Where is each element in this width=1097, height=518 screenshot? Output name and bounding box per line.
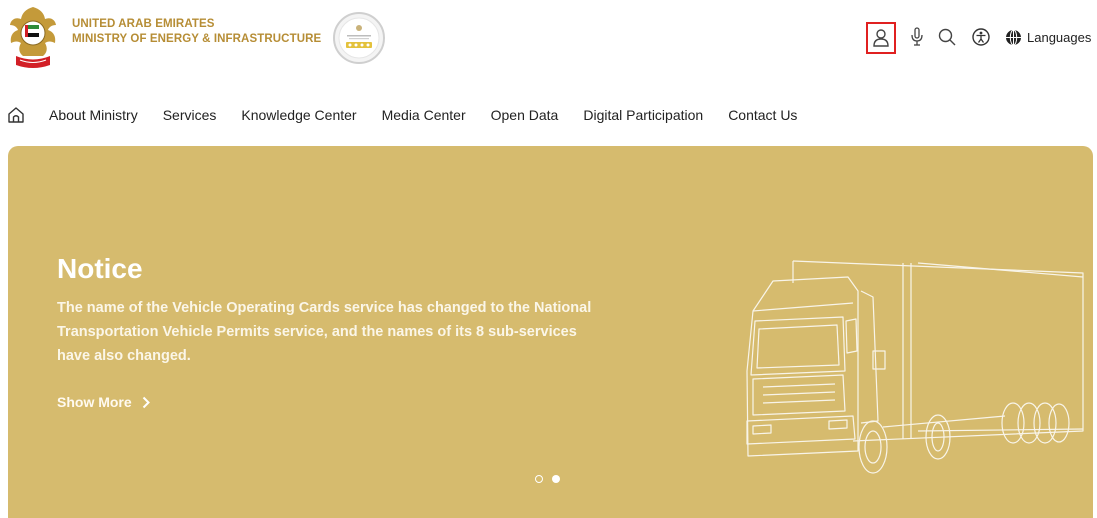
show-more-label: Show More [57,394,132,410]
slide-dot-1[interactable] [535,475,543,483]
microphone-icon [911,27,923,46]
accessibility-icon [972,28,990,46]
uae-emblem-icon[interactable] [6,3,60,71]
nav-item-knowledge-center[interactable]: Knowledge Center [241,107,356,123]
nav-item-services[interactable]: Services [163,107,217,123]
search-button[interactable] [935,22,959,52]
star-rating-badge-icon[interactable] [332,11,386,65]
organization-name[interactable]: UNITED ARAB EMIRATES MINISTRY OF ENERGY … [72,17,321,47]
languages-button[interactable]: Languages [1005,22,1097,52]
nav-items: About Ministry Services Knowledge Center… [49,100,822,130]
nav-item-contact-us[interactable]: Contact Us [728,107,797,123]
site-header: UNITED ARAB EMIRATES MINISTRY OF ENERGY … [0,0,1097,78]
nav-item-media-center[interactable]: Media Center [382,107,466,123]
org-line-ministry: MINISTRY OF ENERGY & INFRASTRUCTURE [72,33,322,45]
hero-title: Notice [57,253,143,284]
nav-item-about-ministry[interactable]: About Ministry [49,107,138,123]
nav-item-open-data[interactable]: Open Data [491,107,559,123]
slide-indicators [535,475,569,483]
main-navigation: About Ministry Services Knowledge Center… [0,100,1097,130]
profile-button[interactable] [866,22,896,54]
user-icon [873,29,889,47]
slide-dot-2[interactable] [552,475,560,483]
chevron-right-icon [142,396,150,408]
languages-label: Languages [1027,29,1092,45]
org-line-country: UNITED ARAB EMIRATES [72,18,215,30]
globe-icon [1006,29,1021,45]
search-icon [938,28,956,46]
truck-icon [746,260,1084,474]
accessibility-button[interactable] [969,22,993,52]
hero-description: The name of the Vehicle Operating Cards … [57,300,592,364]
nav-item-digital-participation[interactable]: Digital Participation [583,107,703,123]
hero-banner: Notice The name of the Vehicle Operating… [8,146,1093,518]
show-more-link[interactable]: Show More [57,394,150,410]
voice-search-button[interactable] [905,22,929,52]
home-icon[interactable] [7,106,25,124]
